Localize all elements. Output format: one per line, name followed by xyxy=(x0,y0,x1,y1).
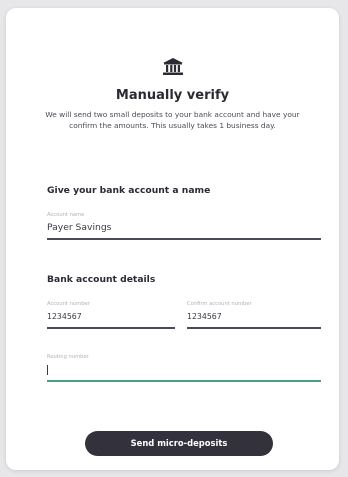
routing-number-input[interactable] xyxy=(47,364,321,376)
account-name-input[interactable]: Payer Savings xyxy=(47,222,321,234)
confirm-account-number-underline xyxy=(187,327,321,329)
name-section-title: Give your bank account a name xyxy=(47,185,211,196)
routing-number-underline xyxy=(47,380,321,382)
page-description: We will send two small deposits to your … xyxy=(45,110,300,130)
details-section-title: Bank account details xyxy=(47,274,156,285)
confirm-account-number-input[interactable]: 1234567 xyxy=(187,311,321,323)
confirm-account-number-field[interactable]: Confirm account number 1234567 xyxy=(187,300,321,329)
account-number-underline xyxy=(47,327,175,329)
text-cursor xyxy=(47,364,48,375)
routing-number-label: Routing number xyxy=(47,354,89,360)
header: Manually verify We will send two small d… xyxy=(6,58,339,131)
account-name-label: Account name xyxy=(47,212,85,218)
account-number-field[interactable]: Account number 1234567 xyxy=(47,300,175,329)
account-name-field[interactable]: Account name Payer Savings xyxy=(47,211,321,240)
confirm-account-number-label: Confirm account number xyxy=(187,301,252,307)
routing-number-field[interactable]: Routing number xyxy=(47,353,321,382)
send-micro-deposits-button[interactable]: Send micro-deposits xyxy=(85,431,273,456)
account-name-underline xyxy=(47,238,321,240)
page-title: Manually verify xyxy=(115,88,230,103)
verify-card: Manually verify We will send two small d… xyxy=(6,8,339,470)
bank-icon xyxy=(162,58,183,75)
account-number-label: Account number xyxy=(47,301,90,307)
account-number-input[interactable]: 1234567 xyxy=(47,311,175,323)
